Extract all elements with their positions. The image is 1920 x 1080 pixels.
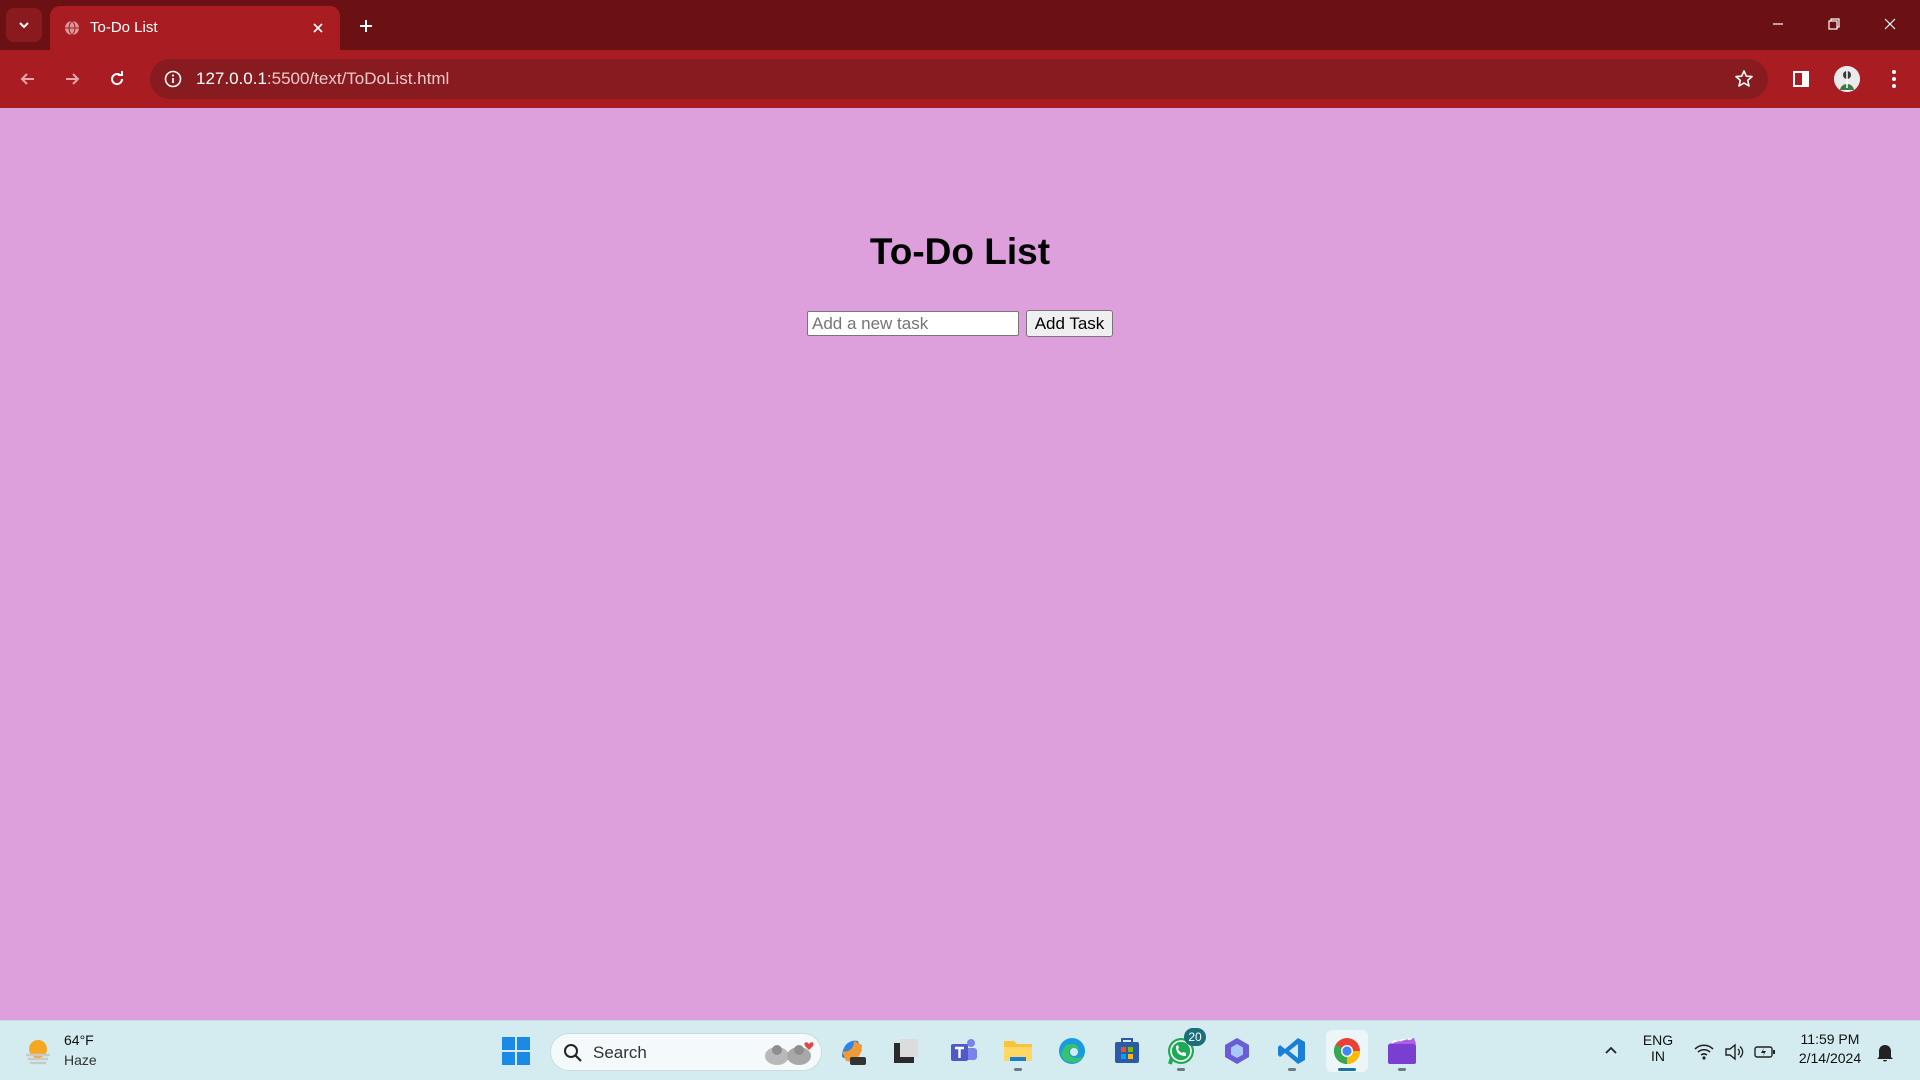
running-indicator (1338, 1068, 1356, 1071)
taskbar-app-chrome[interactable] (1326, 1030, 1368, 1072)
wifi-status[interactable] (1693, 1041, 1715, 1063)
battery-charging-icon (1754, 1046, 1775, 1058)
profile-avatar[interactable] (1834, 66, 1860, 92)
copilot-icon (842, 1040, 866, 1065)
minimize-icon (1773, 23, 1783, 25)
tab-search-button[interactable] (6, 8, 42, 42)
battery-status[interactable] (1754, 1041, 1776, 1063)
running-indicator (1014, 1068, 1022, 1071)
back-button[interactable] (12, 63, 44, 95)
browser-tab[interactable]: To-Do List (50, 6, 340, 50)
taskbar-app-hexagon[interactable] (1216, 1030, 1258, 1072)
taskbar-app-vscode[interactable] (1271, 1030, 1313, 1072)
language-indicator[interactable]: ENG IN (1640, 1032, 1676, 1064)
taskbar-app-store[interactable] (1106, 1030, 1148, 1072)
restore-button[interactable] (1806, 0, 1862, 48)
taskbar-app-teams[interactable] (943, 1030, 985, 1072)
edge-icon (1059, 1038, 1085, 1064)
chevron-up-icon (1605, 1046, 1617, 1054)
reload-icon (111, 71, 124, 86)
search-icon (564, 1044, 582, 1062)
vscode-icon (1278, 1038, 1305, 1064)
menu-button[interactable] (1878, 63, 1910, 95)
minimize-button[interactable] (1750, 0, 1806, 48)
url-host: 127.0.0.1 (196, 69, 267, 88)
clock[interactable]: 11:59 PM 2/14/2024 (1790, 1031, 1870, 1066)
clock-date: 2/14/2024 (1798, 1050, 1862, 1066)
start-button[interactable] (495, 1030, 537, 1072)
show-hidden-icons-button[interactable] (1600, 1039, 1622, 1061)
side-panel-icon (1793, 71, 1809, 87)
bookmark-button[interactable] (1732, 67, 1756, 91)
info-icon (164, 70, 182, 88)
arrow-right-icon (66, 73, 80, 85)
notification-badge: 20 (1184, 1028, 1206, 1046)
taskbar-app-copilot[interactable] (831, 1030, 873, 1072)
star-icon (1735, 70, 1753, 87)
close-icon (1884, 18, 1896, 30)
search-label: Search (593, 1043, 647, 1062)
folder-icon (1004, 1041, 1032, 1061)
weather-haze-icon (26, 1040, 50, 1065)
taskbar-app-edge[interactable] (1051, 1030, 1093, 1072)
task-view-icon (894, 1039, 918, 1063)
taskbar-app-file-explorer[interactable] (997, 1030, 1039, 1072)
url-text: 127.0.0.1:5500/text/ToDoList.html (196, 69, 449, 89)
address-bar[interactable]: 127.0.0.1:5500/text/ToDoList.html (150, 59, 1768, 99)
close-window-button[interactable] (1862, 0, 1918, 48)
arrow-left-icon (20, 73, 34, 85)
profile-icon (1834, 66, 1860, 92)
weather-temperature: 64°F (64, 1032, 94, 1048)
tab-close-button[interactable] (308, 18, 328, 38)
weather-condition: Haze (64, 1052, 97, 1068)
weather-widget[interactable]: 64°F Haze (22, 1031, 112, 1071)
taskbar-app-clipchamp[interactable] (1381, 1030, 1423, 1072)
more-vert-icon (1892, 70, 1896, 88)
forward-button[interactable] (56, 63, 88, 95)
volume-status[interactable] (1723, 1041, 1745, 1063)
wifi-icon (1694, 1044, 1714, 1060)
running-indicator (1288, 1068, 1296, 1071)
speaker-icon (1725, 1043, 1744, 1061)
new-task-input[interactable] (807, 311, 1019, 336)
globe-icon (65, 20, 79, 36)
plus-icon (360, 20, 372, 32)
clock-time: 11:59 PM (1800, 1031, 1860, 1047)
notifications-button[interactable] (1874, 1042, 1896, 1064)
app-icon (1225, 1038, 1249, 1064)
taskbar: 64°F Haze Search 20 ENG IN 11:59 PM 2/14… (0, 1020, 1920, 1080)
new-tab-button[interactable] (352, 12, 380, 40)
search-highlight-icon (765, 1042, 814, 1065)
taskbar-app-whatsapp[interactable]: 20 (1160, 1028, 1206, 1072)
store-icon (1115, 1038, 1139, 1063)
page-title: To-Do List (869, 231, 1051, 272)
taskbar-app-task-view[interactable] (885, 1030, 927, 1072)
side-panel-button[interactable] (1785, 63, 1817, 95)
clipchamp-icon (1388, 1037, 1416, 1064)
windows-start-icon (502, 1037, 530, 1065)
browser-toolbar: 127.0.0.1:5500/text/ToDoList.html (0, 50, 1920, 108)
chrome-icon (1333, 1038, 1361, 1065)
tab-title: To-Do List (90, 19, 158, 36)
bell-icon (1877, 1045, 1893, 1062)
add-task-button[interactable]: Add Task (1026, 310, 1113, 337)
browser-tab-strip: To-Do List (0, 0, 1920, 50)
reload-button[interactable] (101, 63, 133, 95)
teams-icon (951, 1039, 977, 1061)
running-indicator (1177, 1068, 1185, 1071)
running-indicator (1398, 1068, 1406, 1071)
url-path: :5500/text/ToDoList.html (266, 69, 450, 88)
language-code: ENG (1642, 1032, 1674, 1048)
language-region: IN (1651, 1048, 1665, 1064)
site-info-button[interactable] (162, 68, 184, 90)
restore-icon (1828, 18, 1840, 30)
chevron-down-icon (19, 22, 29, 29)
taskbar-search[interactable]: Search (550, 1033, 822, 1071)
close-icon (313, 23, 323, 33)
page-content: To-Do List Add Task (0, 108, 1920, 1020)
